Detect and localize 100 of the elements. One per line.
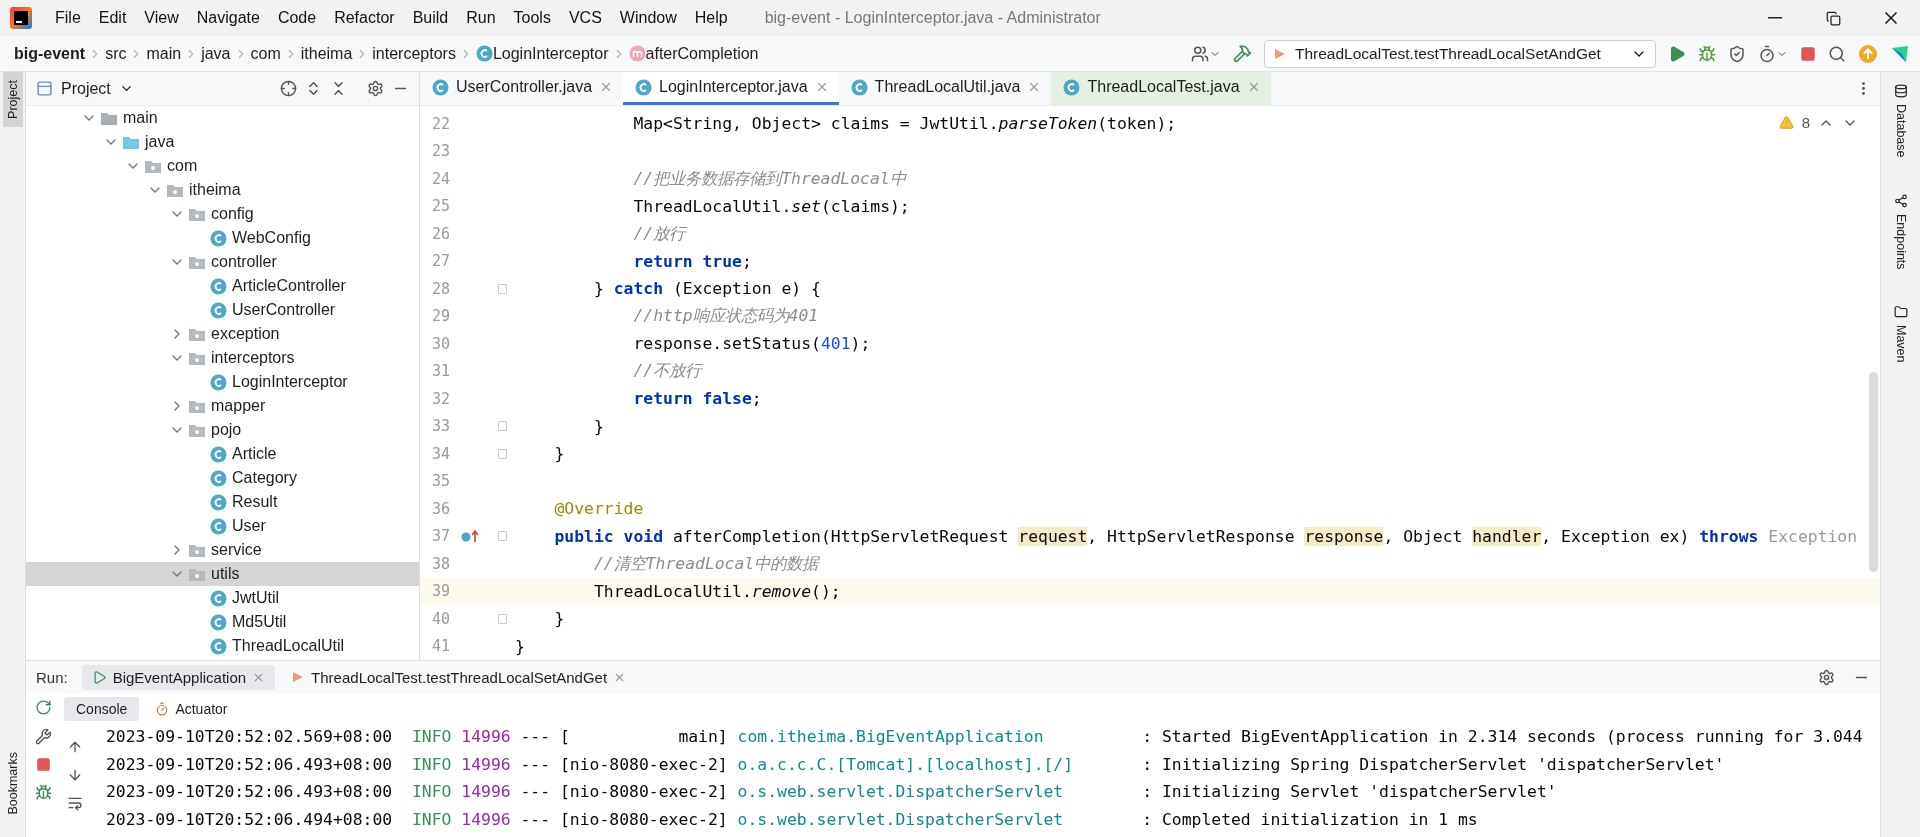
- tree-item[interactable]: Category: [26, 466, 419, 490]
- code-line: //把业务数据存储到ThreadLocal中: [632, 167, 906, 190]
- line-number: 26: [430, 224, 450, 243]
- crosshair-icon[interactable]: [280, 80, 297, 97]
- code-line: }: [515, 636, 525, 656]
- settings-icon[interactable]: [1818, 668, 1835, 686]
- tree-item[interactable]: service: [26, 538, 419, 562]
- shield-icon[interactable]: [1728, 44, 1746, 63]
- class-icon: [210, 589, 227, 607]
- editor-tab[interactable]: LoginInterceptor.java: [623, 72, 839, 105]
- log-line: 2023-09-10T20:52:06.493+08:00 INFO 14996 --- [nio-8080-exec-2] o.s.web.servlet.DispatcherServlet : Initializing Servlet 'dispatcherServlet': [106, 782, 1557, 803]
- bug-icon[interactable]: [1698, 44, 1716, 63]
- console-tab[interactable]: Console: [64, 697, 140, 721]
- tree-item[interactable]: LoginInterceptor: [26, 370, 419, 394]
- breadcrumb-item[interactable]: interceptors: [372, 44, 456, 63]
- timer-icon[interactable]: [1758, 44, 1788, 63]
- tree-item[interactable]: java: [26, 130, 419, 154]
- folder-icon: [122, 134, 140, 150]
- console-tab[interactable]: Actuator: [143, 697, 240, 721]
- app-logo[interactable]: [1890, 43, 1910, 64]
- restore-icon: [1825, 10, 1841, 26]
- folder-icon: [188, 206, 206, 222]
- menu-item[interactable]: Navigate: [187, 9, 269, 27]
- tree-item[interactable]: JwtUtil: [26, 586, 419, 610]
- fold-marker[interactable]: [498, 613, 507, 624]
- wrench-icon[interactable]: [34, 728, 52, 745]
- test-icon: [1273, 46, 1287, 61]
- menu-item[interactable]: VCS: [559, 9, 611, 27]
- tree-item[interactable]: Result: [26, 490, 419, 514]
- menu-item[interactable]: Window: [610, 9, 686, 27]
- fold-marker[interactable]: [498, 448, 507, 459]
- breadcrumb-item[interactable]: LoginInterceptor: [492, 44, 609, 63]
- tree-item[interactable]: WebConfig: [26, 226, 419, 250]
- tree-item[interactable]: User: [26, 514, 419, 538]
- menu-item[interactable]: Run: [457, 9, 505, 27]
- breadcrumb-item[interactable]: afterCompletion: [645, 44, 759, 63]
- breadcrumb-item[interactable]: com: [250, 44, 281, 63]
- tree-item[interactable]: ArticleController: [26, 274, 419, 298]
- class-icon: [210, 277, 227, 295]
- tree-item[interactable]: exception: [26, 322, 419, 346]
- tree-item[interactable]: interceptors: [26, 346, 419, 370]
- fold-marker[interactable]: [498, 421, 507, 432]
- tool-window-tab[interactable]: Project: [2, 72, 23, 127]
- tree-item[interactable]: controller: [26, 250, 419, 274]
- warning-icon: [1778, 115, 1794, 130]
- hammer-icon[interactable]: [1233, 44, 1252, 63]
- tree-item[interactable]: main: [26, 106, 419, 130]
- warning-count[interactable]: 8: [1801, 114, 1810, 131]
- rerun-icon[interactable]: [34, 699, 52, 716]
- run-icon[interactable]: [1668, 44, 1686, 63]
- bug-icon[interactable]: [34, 784, 52, 801]
- tree-item[interactable]: com: [26, 154, 419, 178]
- line-number: 41: [430, 637, 450, 656]
- run-config-dropdown[interactable]: ThreadLocalTest.testThreadLocalSetAndGet: [1264, 39, 1656, 68]
- run-tab[interactable]: BigEventApplication: [81, 664, 276, 690]
- menu-item[interactable]: Refactor: [325, 9, 404, 27]
- scrollbar[interactable]: [1869, 372, 1878, 572]
- settings-icon[interactable]: [367, 80, 384, 97]
- menu-item[interactable]: Build: [403, 9, 458, 27]
- tree-item[interactable]: ThreadLocalUtil: [26, 634, 419, 658]
- tree-item[interactable]: utils: [26, 562, 419, 586]
- code-line: }: [553, 609, 565, 629]
- breadcrumb-item[interactable]: src: [105, 44, 127, 63]
- menu-item[interactable]: Help: [685, 9, 737, 27]
- menu-item[interactable]: Edit: [89, 9, 136, 27]
- tree-item[interactable]: Article: [26, 442, 419, 466]
- tool-window-tab[interactable]: Bookmarks: [2, 744, 23, 823]
- tree-item[interactable]: Md5Util: [26, 610, 419, 634]
- menu-item[interactable]: Code: [268, 9, 326, 27]
- panel-title[interactable]: Project: [61, 79, 111, 98]
- tree-item[interactable]: config: [26, 202, 419, 226]
- line-number: 39: [430, 582, 450, 601]
- code-line: @Override: [553, 499, 644, 519]
- stop-icon[interactable]: [35, 757, 51, 772]
- run-tab[interactable]: ThreadLocalTest.testThreadLocalSetAndGet: [281, 664, 637, 690]
- tree-item[interactable]: pojo: [26, 418, 419, 442]
- code-line: //不放行: [632, 360, 702, 383]
- tool-window-tab[interactable]: Endpoints: [1890, 185, 1911, 278]
- stop-icon[interactable]: [1800, 45, 1816, 62]
- editor-tab[interactable]: ThreadLocalTest.java: [1051, 72, 1271, 105]
- tree-item[interactable]: itheima: [26, 178, 419, 202]
- tool-window-tab[interactable]: Database: [1890, 76, 1911, 166]
- fold-marker[interactable]: [498, 531, 507, 542]
- folder-icon: [1893, 305, 1908, 320]
- line-number: 33: [430, 417, 450, 436]
- menu-item[interactable]: Tools: [504, 9, 560, 27]
- log-line: 2023-09-10T20:52:02.569+08:00 INFO 14996 --- [ main] com.itheima.BigEventApplication : Started BigEventApplication in 2.314 seconds (process running for 3.044: [106, 727, 1863, 748]
- fold-marker[interactable]: [498, 283, 507, 294]
- menu-item[interactable]: File: [46, 9, 90, 27]
- tool-window-tab[interactable]: Maven: [1890, 297, 1911, 371]
- breadcrumb-item[interactable]: java: [201, 44, 231, 63]
- wrap-icon[interactable]: [67, 795, 83, 811]
- users-icon[interactable]: [1191, 44, 1221, 63]
- menu-item[interactable]: View: [135, 9, 188, 27]
- search-icon[interactable]: [1828, 44, 1846, 63]
- tree-item[interactable]: mapper: [26, 394, 419, 418]
- tree-item[interactable]: UserController: [26, 298, 419, 322]
- breadcrumb-item[interactable]: main: [146, 44, 182, 63]
- breadcrumb-item[interactable]: big-event: [14, 44, 86, 63]
- breadcrumb-item[interactable]: itheima: [300, 44, 353, 63]
